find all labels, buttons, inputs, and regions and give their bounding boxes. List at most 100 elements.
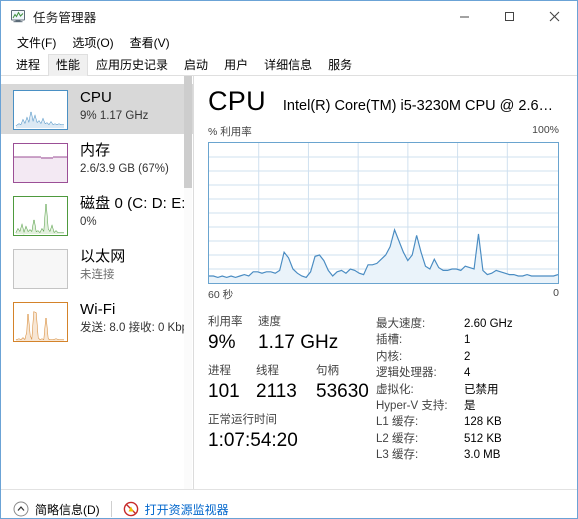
stat-processes-value: 101 [208,381,240,402]
sidebar-scrollbar[interactable] [184,76,192,489]
stat-utilization: 利用率 9% [208,315,258,355]
stat-utilization-value: 9% [208,332,236,353]
sidebar-scrollbar-thumb[interactable] [184,76,192,188]
cpu-header: CPU Intel(R) Core(TM) i5-3230M CPU @ 2.6… [208,86,559,120]
spec-max-speed-key: 最大速度: [376,318,426,330]
spec-max-speed: 最大速度: 2.60 GHz [376,316,559,332]
maximize-icon [505,11,514,21]
stat-threads-value: 2113 [256,381,297,402]
open-resource-monitor-label: 打开资源监视器 [144,502,229,517]
stat-utilization-label: 利用率 [208,316,243,328]
stat-speed: 速度 1.17 GHz [258,315,368,355]
sidebar-item-cpu[interactable]: CPU 9% 1.17 GHz [1,84,193,134]
menu-view[interactable]: 查看(V) [122,32,178,53]
spec-l1-cache: L1 缓存: 128 KB [376,414,559,430]
sidebar-item-memory-subtitle: 2.6/3.9 GB (67%) [80,163,169,175]
minimize-icon [460,16,469,17]
sidebar-item-cpu-subtitle: 9% 1.17 GHz [80,110,149,122]
sidebar-item-wifi-title: Wi-Fi [80,301,116,318]
wifi-thumbnail-icon [13,302,68,342]
spec-cores-value: 2 [464,350,471,363]
tab-startup[interactable]: 启动 [176,54,216,76]
spec-l3-cache-key: L3 缓存: [376,449,419,462]
spec-logical-processors: 逻辑处理器: 4 [376,365,559,381]
tab-processes[interactable]: 进程 [8,54,48,76]
fewer-details-button[interactable]: 简略信息(D) [13,501,100,518]
stat-uptime: 正常运行时间 1:07:54:20 [208,413,376,453]
stats-row-2: 进程 101 线程 2113 句柄 53630 [208,364,376,404]
sidebar-item-memory[interactable]: 内存 2.6/3.9 GB (67%) [1,137,193,187]
sidebar-item-wifi-text: Wi-Fi 发送: 8.0 接收: 0 Kbps [80,300,187,336]
tab-performance[interactable]: 性能 [48,54,89,76]
close-button[interactable] [532,1,577,31]
cpu-thumbnail-icon [13,90,68,130]
spec-hyperv: Hyper-V 支持: 是 [376,398,559,414]
page-title: CPU [208,86,266,116]
menu-options[interactable]: 选项(O) [64,32,121,53]
graph-bottom-axis: 60 秒 0 [208,287,559,302]
y-axis-label: % 利用率 [208,126,252,138]
spec-l2-cache: L2 缓存: 512 KB [376,431,559,447]
sidebar-item-ethernet-subtitle: 未连接 [80,269,115,281]
stat-speed-label: 速度 [258,316,281,328]
minimize-button[interactable] [442,1,487,31]
spec-l1-cache-key: L1 缓存: [376,416,419,429]
stat-uptime-value: 1:07:54:20 [208,430,298,451]
sidebar-item-ethernet[interactable]: 以太网 未连接 [1,243,193,293]
spec-hyperv-key: Hyper-V 支持: [376,400,448,413]
sidebar-item-memory-title: 内存 [80,142,111,159]
stat-speed-value: 1.17 GHz [258,332,339,353]
open-resource-monitor-link[interactable]: 打开资源监视器 [123,501,229,518]
shield-block-icon [123,501,139,517]
sidebar-item-disk0[interactable]: 磁盘 0 (C: D: E: F: 0% [1,190,193,240]
spec-virtualization-key: 虚拟化: [376,383,414,396]
status-bar: 简略信息(D) 打开资源监视器 [1,489,577,518]
spec-max-speed-value: 2.60 GHz [464,318,513,330]
graph-top-axis: % 利用率 100% [208,124,559,139]
window-controls [442,1,577,31]
resource-list: CPU 9% 1.17 GHz 内存 2.6/3.9 GB (67%) 磁盘 0… [1,76,194,489]
cpu-model-name: Intel(R) Core(TM) i5-3230M CPU @ 2.60G..… [282,98,559,114]
task-manager-window: 任务管理器 文件(F) 选项(O) 查看(V) 进程 性能 应用历史记录 启动 … [0,0,578,519]
performance-view: CPU 9% 1.17 GHz 内存 2.6/3.9 GB (67%) 磁盘 0… [1,76,577,489]
tab-services[interactable]: 服务 [320,54,360,76]
stats-row-3: 正常运行时间 1:07:54:20 [208,413,376,453]
cpu-spec-list: 最大速度: 2.60 GHz 插槽: 1 内核: 2 逻辑处理器: 4 虚拟化:… [376,315,559,464]
sidebar-item-ethernet-title: 以太网 [80,248,126,265]
tab-users[interactable]: 用户 [216,54,256,76]
cpu-detail-panel: CPU Intel(R) Core(TM) i5-3230M CPU @ 2.6… [194,76,577,489]
spec-cores-key: 内核: [376,350,403,363]
spec-l3-cache-value: 3.0 MB [464,449,501,462]
stat-threads-label: 线程 [256,365,279,377]
spec-l2-cache-key: L2 缓存: [376,432,419,445]
sidebar-item-cpu-title: CPU [80,89,112,106]
spec-sockets-key: 插槽: [376,334,403,347]
maximize-button[interactable] [487,1,532,31]
stat-threads: 线程 2113 [256,364,316,404]
stat-uptime-label: 正常运行时间 [208,414,277,426]
sidebar-item-disk0-subtitle: 0% [80,216,97,228]
spec-hyperv-value: 是 [464,400,476,413]
spec-l2-cache-value: 512 KB [464,432,502,445]
tab-bar: 进程 性能 应用历史记录 启动 用户 详细信息 服务 [1,53,577,76]
title-bar: 任务管理器 [1,1,577,31]
disk-thumbnail-icon [13,196,68,236]
spec-virtualization: 虚拟化: 已禁用 [376,382,559,398]
spec-virtualization-value: 已禁用 [464,383,499,396]
x-axis-right-label: 0 [553,287,559,299]
tab-details[interactable]: 详细信息 [256,54,320,76]
spec-cores: 内核: 2 [376,349,559,365]
close-icon [549,11,560,21]
menu-file[interactable]: 文件(F) [9,32,64,53]
y-axis-max-label: 100% [532,124,559,136]
sidebar-item-wifi-subtitle: 发送: 8.0 接收: 0 Kbps [80,322,187,334]
menu-bar: 文件(F) 选项(O) 查看(V) [1,31,577,53]
spec-logical-processors-key: 逻辑处理器: [376,367,437,380]
fewer-details-label: 简略信息(D) [35,502,100,517]
spec-sockets: 插槽: 1 [376,332,559,348]
stats-row-1: 利用率 9% 速度 1.17 GHz [208,315,376,355]
spec-l1-cache-value: 128 KB [464,416,502,429]
sidebar-item-wifi[interactable]: Wi-Fi 发送: 8.0 接收: 0 Kbps [1,296,193,346]
tab-app-history[interactable]: 应用历史记录 [88,54,176,76]
task-manager-icon [10,8,26,24]
